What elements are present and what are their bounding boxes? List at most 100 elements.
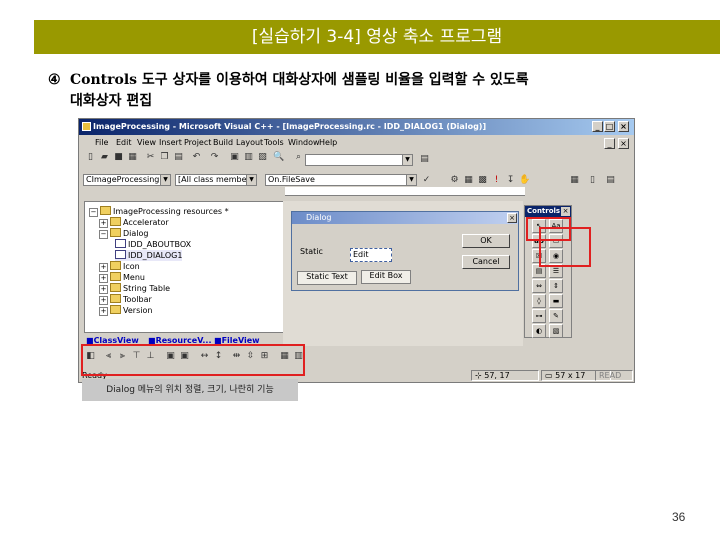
align-bottom-icon[interactable]: ⊥ bbox=[145, 351, 156, 362]
space-across-icon[interactable]: ↔ bbox=[199, 351, 210, 362]
picture-icon[interactable]: Aa bbox=[549, 219, 563, 233]
tree-item-toolbar[interactable]: + Toolbar bbox=[99, 294, 152, 305]
tree-item-menu[interactable]: + Menu bbox=[99, 272, 145, 283]
make-same-height-icon[interactable]: ⇳ bbox=[245, 351, 256, 362]
new-file-icon[interactable]: ▯ bbox=[85, 152, 96, 163]
find-next-icon[interactable]: ▤ bbox=[419, 154, 430, 165]
build-icon[interactable]: ▦ bbox=[463, 175, 474, 186]
close-button[interactable]: × bbox=[618, 121, 629, 132]
menu-tools[interactable]: Tools bbox=[264, 138, 284, 147]
tree-item-dialog[interactable]: − Dialog bbox=[99, 228, 148, 239]
toggle-grid-icon[interactable]: ▦ bbox=[279, 351, 290, 362]
align-top-icon[interactable]: ⊤ bbox=[131, 351, 142, 362]
tree-item-aboutbox[interactable]: IDD_ABOUTBOX bbox=[115, 239, 191, 250]
spin-tool-icon[interactable]: ◊ bbox=[532, 294, 546, 308]
align-right-icon[interactable]: ⫸ bbox=[117, 351, 128, 362]
expand-icon[interactable]: + bbox=[99, 285, 108, 294]
open-icon[interactable]: ▰ bbox=[99, 152, 110, 163]
expand-icon[interactable]: + bbox=[99, 296, 108, 305]
find-in-files-icon[interactable]: 🔍 bbox=[273, 152, 284, 163]
vscroll-tool-icon[interactable]: ⇕ bbox=[549, 279, 563, 293]
paste-icon[interactable]: ▤ bbox=[173, 152, 184, 163]
progress-tool-icon[interactable]: ▬ bbox=[549, 294, 563, 308]
edit-box-tool-icon[interactable]: ab bbox=[532, 234, 546, 248]
expand-icon[interactable]: + bbox=[99, 263, 108, 272]
menu-file[interactable]: File bbox=[95, 138, 108, 147]
palette-close-icon[interactable]: × bbox=[561, 207, 570, 216]
workspace-icon[interactable]: ▣ bbox=[229, 152, 240, 163]
execute-icon[interactable]: ! bbox=[491, 175, 502, 186]
menu-window[interactable]: Window bbox=[288, 138, 320, 147]
make-same-size-icon[interactable]: ⊞ bbox=[259, 351, 270, 362]
redo-icon[interactable]: ↷ bbox=[209, 152, 220, 163]
tab-fileview[interactable]: ■FileView bbox=[214, 335, 260, 347]
list-tool-icon[interactable]: ☰ bbox=[549, 264, 563, 278]
find-combo[interactable]: ▼ bbox=[305, 154, 413, 166]
tree-item-version[interactable]: + Version bbox=[99, 305, 152, 316]
test-icon[interactable]: ◧ bbox=[85, 351, 96, 362]
collapse-icon[interactable]: − bbox=[89, 208, 98, 217]
cut-icon[interactable]: ✂ bbox=[145, 152, 156, 163]
guides-icon[interactable]: ▤ bbox=[605, 175, 616, 186]
save-icon[interactable]: ■ bbox=[113, 152, 124, 163]
align-left-icon[interactable]: ⫷ bbox=[103, 351, 114, 362]
copy-icon[interactable]: ❐ bbox=[159, 152, 170, 163]
tree-item-dialog1[interactable]: IDD_DIALOG1 bbox=[115, 250, 183, 261]
tab-classview[interactable]: ■ClassView bbox=[86, 335, 139, 347]
menu-insert[interactable]: Insert bbox=[159, 138, 182, 147]
pointer-icon[interactable]: ↖ bbox=[532, 219, 546, 233]
dialog-close-icon[interactable]: × bbox=[507, 213, 517, 223]
test-dialog-icon[interactable]: ▯ bbox=[587, 175, 598, 186]
hotkey-tool-icon[interactable]: ✎ bbox=[549, 309, 563, 323]
static-text-control[interactable]: Static bbox=[300, 247, 323, 256]
stop-build-icon[interactable]: ▩ bbox=[477, 175, 488, 186]
compile-icon[interactable]: ⚙ bbox=[449, 175, 460, 186]
ok-button[interactable]: OK bbox=[462, 234, 510, 248]
collapse-icon[interactable]: − bbox=[99, 230, 108, 239]
undo-icon[interactable]: ↶ bbox=[191, 152, 202, 163]
edit-box-control[interactable]: Edit bbox=[350, 248, 392, 262]
expand-icon[interactable]: + bbox=[99, 274, 108, 283]
tree-root[interactable]: − ImageProcessing resources * bbox=[89, 206, 229, 217]
custom-tool-icon[interactable]: ▧ bbox=[549, 324, 563, 338]
menu-view[interactable]: View bbox=[137, 138, 156, 147]
button-tool-icon[interactable]: ▭ bbox=[549, 234, 563, 248]
breakpoint-icon[interactable]: ✋ bbox=[519, 175, 530, 186]
cancel-button[interactable]: Cancel bbox=[462, 255, 510, 269]
go-icon[interactable]: ↧ bbox=[505, 175, 516, 186]
doc-minimize-button[interactable]: _ bbox=[604, 138, 615, 149]
tree-item-string-table[interactable]: + String Table bbox=[99, 283, 170, 294]
menu-help[interactable]: Help bbox=[319, 138, 337, 147]
maximize-button[interactable]: □ bbox=[604, 121, 615, 132]
grid-icon[interactable]: ▦ bbox=[569, 175, 580, 186]
class-combo[interactable]: CImageProcessingI ▼ bbox=[83, 174, 171, 186]
hscroll-tool-icon[interactable]: ⇔ bbox=[532, 279, 546, 293]
checkbox-tool-icon[interactable]: ☒ bbox=[532, 249, 546, 263]
tree-item-accelerator[interactable]: + Accelerator bbox=[99, 217, 169, 228]
wizard-action-icon[interactable]: ✓ bbox=[421, 175, 432, 186]
menu-edit[interactable]: Edit bbox=[116, 138, 132, 147]
menu-layout[interactable]: Layout bbox=[236, 138, 263, 147]
minimize-button[interactable]: _ bbox=[592, 121, 603, 132]
windows-icon[interactable]: ▧ bbox=[257, 152, 268, 163]
center-horizontal-icon[interactable]: ▣ bbox=[179, 351, 190, 362]
tab-resourceview[interactable]: ■ResourceV... bbox=[148, 335, 212, 347]
function-combo[interactable]: On.FileSave ▼ bbox=[265, 174, 417, 186]
members-combo[interactable]: [All class members ▼ bbox=[175, 174, 257, 186]
tree-item-icon[interactable]: + Icon bbox=[99, 261, 140, 272]
toggle-guides-icon[interactable]: ▥ bbox=[293, 351, 304, 362]
save-all-icon[interactable]: ▦ bbox=[127, 152, 138, 163]
make-same-width-icon[interactable]: ⇹ bbox=[231, 351, 242, 362]
center-vertical-icon[interactable]: ▣ bbox=[165, 351, 176, 362]
expand-icon[interactable]: + bbox=[99, 219, 108, 228]
doc-close-button[interactable]: × bbox=[618, 138, 629, 149]
slider-tool-icon[interactable]: ⊶ bbox=[532, 309, 546, 323]
tree-tool-icon[interactable]: ◐ bbox=[532, 324, 546, 338]
space-down-icon[interactable]: ↕ bbox=[213, 351, 224, 362]
radio-tool-icon[interactable]: ◉ bbox=[549, 249, 563, 263]
find-icon[interactable]: ⌕ bbox=[293, 152, 304, 163]
menu-project[interactable]: Project bbox=[184, 138, 211, 147]
expand-icon[interactable]: + bbox=[99, 307, 108, 316]
combo-tool-icon[interactable]: ▤ bbox=[532, 264, 546, 278]
menu-build[interactable]: Build bbox=[213, 138, 233, 147]
